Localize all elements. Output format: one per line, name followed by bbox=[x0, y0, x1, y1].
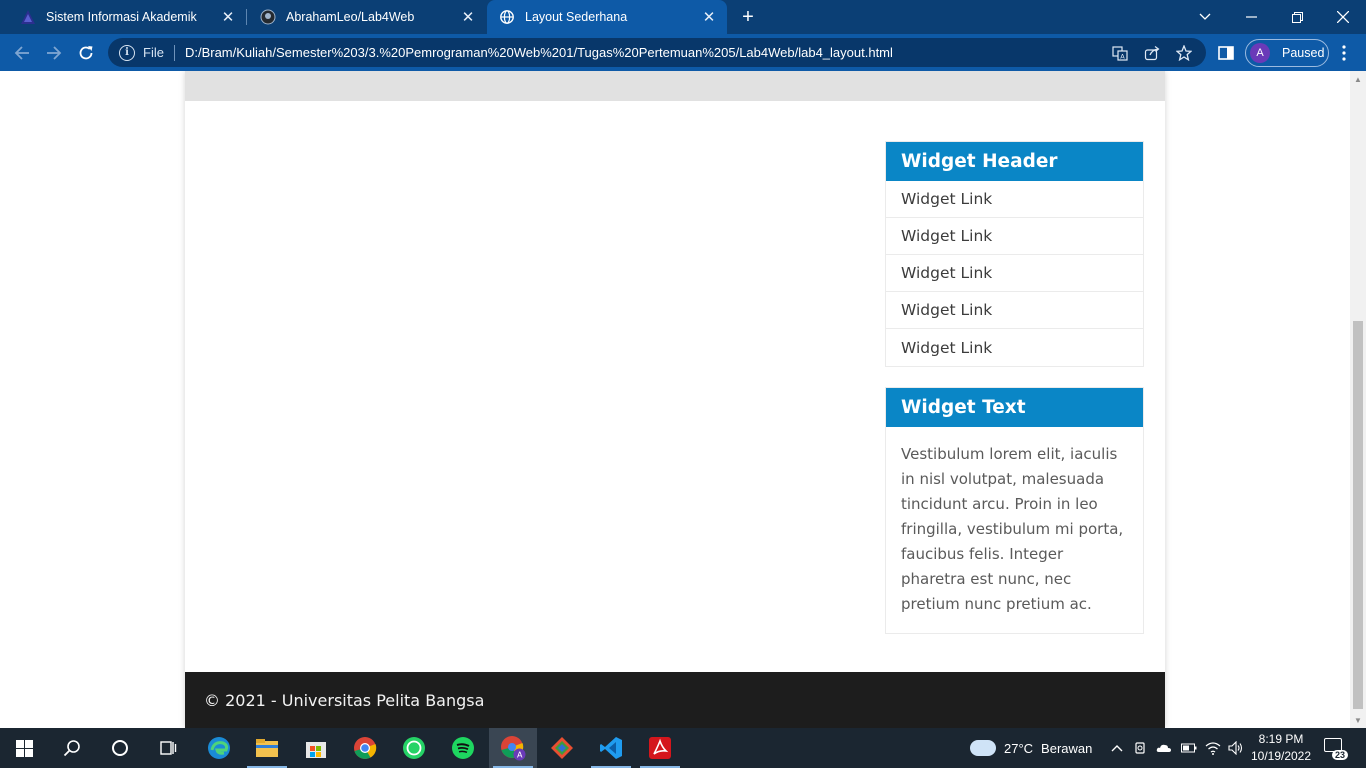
close-tab-icon[interactable]: ✕ bbox=[218, 7, 238, 27]
weather-temperature: 27°C bbox=[1004, 740, 1034, 756]
bookmark-star-icon[interactable] bbox=[1172, 41, 1196, 65]
vscode-icon[interactable] bbox=[587, 728, 635, 768]
close-window-icon[interactable] bbox=[1320, 0, 1366, 34]
widget-header: Widget Header bbox=[886, 142, 1143, 181]
globe-icon bbox=[499, 9, 515, 25]
svg-text:A: A bbox=[517, 751, 523, 760]
omnibox-divider bbox=[173, 44, 175, 61]
widget-link[interactable]: Widget Link bbox=[886, 329, 1143, 366]
spotify-icon[interactable] bbox=[439, 728, 487, 768]
github-icon bbox=[260, 9, 276, 25]
cortana-icon[interactable] bbox=[96, 728, 144, 768]
avatar: A bbox=[1250, 43, 1270, 63]
tab-title: AbrahamLeo/Lab4Web bbox=[286, 10, 415, 24]
more-menu-icon[interactable] bbox=[1334, 43, 1354, 63]
scroll-thumb[interactable] bbox=[1353, 321, 1363, 709]
store-icon[interactable] bbox=[292, 728, 340, 768]
site-info-icon[interactable]: i bbox=[119, 44, 135, 61]
notification-count: 23 bbox=[1331, 750, 1348, 760]
page-footer: © 2021 - Universitas Pelita Bangsa bbox=[185, 672, 1165, 728]
tab-title: Sistem Informasi Akademik bbox=[46, 10, 197, 24]
cloud-icon bbox=[970, 740, 996, 756]
address-bar[interactable]: i File D:/Bram/Kuliah/Semester%203/3.%20… bbox=[108, 38, 1206, 67]
tab-layout-sederhana[interactable]: Layout Sederhana ✕ bbox=[487, 0, 727, 34]
academic-logo-icon bbox=[20, 9, 36, 25]
main-content bbox=[185, 101, 865, 672]
system-clock[interactable]: 8:19 PM 10/19/2022 bbox=[1246, 731, 1316, 765]
reload-icon[interactable] bbox=[72, 39, 100, 67]
translate-icon[interactable]: A bbox=[1108, 41, 1132, 65]
back-arrow-icon[interactable] bbox=[8, 39, 36, 67]
new-tab-button[interactable]: + bbox=[736, 5, 760, 29]
svg-text:A: A bbox=[1120, 52, 1125, 60]
profile-button[interactable]: A Paused bbox=[1245, 39, 1329, 67]
widget-link[interactable]: Widget Link bbox=[886, 255, 1143, 292]
acrobat-icon[interactable] bbox=[636, 728, 684, 768]
url-text[interactable]: D:/Bram/Kuliah/Semester%203/3.%20Pemrogr… bbox=[185, 45, 1108, 60]
widget-text-body: Vestibulum lorem elit, iaculis in nisl v… bbox=[901, 445, 1124, 613]
edge-icon[interactable] bbox=[195, 728, 243, 768]
widget-link[interactable]: Widget Link bbox=[886, 218, 1143, 255]
meet-now-icon[interactable] bbox=[1133, 740, 1149, 756]
widget-text-header: Widget Text bbox=[886, 388, 1143, 427]
widget-link[interactable]: Widget Link bbox=[886, 181, 1143, 218]
restore-icon[interactable] bbox=[1274, 0, 1320, 34]
footer-copyright: © 2021 - Universitas Pelita Bangsa bbox=[204, 690, 485, 710]
action-center-icon[interactable]: 23 bbox=[1324, 738, 1348, 760]
page-viewport: Widget Header Widget Link Widget Link Wi… bbox=[0, 71, 1350, 728]
minimize-icon[interactable] bbox=[1228, 0, 1274, 34]
git-icon[interactable] bbox=[538, 728, 586, 768]
profile-status: Paused bbox=[1282, 46, 1325, 60]
clock-date: 10/19/2022 bbox=[1250, 749, 1312, 763]
onedrive-cloud-icon[interactable] bbox=[1156, 740, 1172, 756]
tab-title: Layout Sederhana bbox=[525, 10, 628, 24]
close-tab-icon[interactable]: ✕ bbox=[699, 7, 719, 27]
scheme-label: File bbox=[143, 45, 164, 60]
tab-search-chevron-icon[interactable] bbox=[1182, 0, 1228, 34]
weather-widget[interactable]: 27°C Berawan bbox=[970, 728, 1092, 768]
wifi-icon[interactable] bbox=[1205, 740, 1221, 756]
task-view-icon[interactable] bbox=[144, 728, 192, 768]
scroll-up-icon[interactable]: ▲ bbox=[1350, 71, 1366, 87]
widget-link-list: Widget Link Widget Link Widget Link Widg… bbox=[886, 181, 1143, 366]
browser-toolbar: i File D:/Bram/Kuliah/Semester%203/3.%20… bbox=[0, 34, 1366, 71]
search-icon[interactable] bbox=[48, 728, 96, 768]
page-scrollbar[interactable]: ▲ ▼ bbox=[1350, 71, 1366, 728]
widget-links: Widget Header Widget Link Widget Link Wi… bbox=[885, 141, 1144, 367]
start-icon[interactable] bbox=[0, 728, 48, 768]
widget-link[interactable]: Widget Link bbox=[886, 292, 1143, 329]
clock-time: 8:19 PM bbox=[1258, 732, 1304, 746]
share-icon[interactable] bbox=[1140, 41, 1164, 65]
chrome-profile-icon[interactable]: A bbox=[489, 728, 537, 768]
file-explorer-icon[interactable] bbox=[243, 728, 291, 768]
tab-github-lab4web[interactable]: AbrahamLeo/Lab4Web ✕ bbox=[240, 0, 486, 34]
side-panel-icon[interactable] bbox=[1216, 43, 1236, 63]
page-header bbox=[185, 71, 1165, 101]
page-container: Widget Header Widget Link Widget Link Wi… bbox=[185, 71, 1165, 728]
browser-tab-strip: Sistem Informasi Akademik ✕ AbrahamLeo/L… bbox=[0, 0, 1366, 34]
scroll-down-icon[interactable]: ▼ bbox=[1350, 712, 1366, 728]
chrome-icon[interactable] bbox=[341, 728, 389, 768]
widget-text: Widget Text Vestibulum lorem elit, iacul… bbox=[885, 387, 1144, 634]
battery-icon[interactable] bbox=[1181, 740, 1197, 756]
tab-sistem-informasi-akademik[interactable]: Sistem Informasi Akademik ✕ bbox=[0, 0, 246, 34]
windows-taskbar: A 27°C Berawan 8:19 PM 10/19/2022 23 bbox=[0, 728, 1366, 768]
weather-condition: Berawan bbox=[1041, 740, 1093, 756]
whatsapp-icon[interactable] bbox=[390, 728, 438, 768]
show-hidden-icons-chevron-icon[interactable] bbox=[1109, 740, 1125, 756]
forward-arrow-icon[interactable] bbox=[40, 39, 68, 67]
close-tab-icon[interactable]: ✕ bbox=[458, 7, 478, 27]
volume-icon[interactable] bbox=[1228, 740, 1244, 756]
